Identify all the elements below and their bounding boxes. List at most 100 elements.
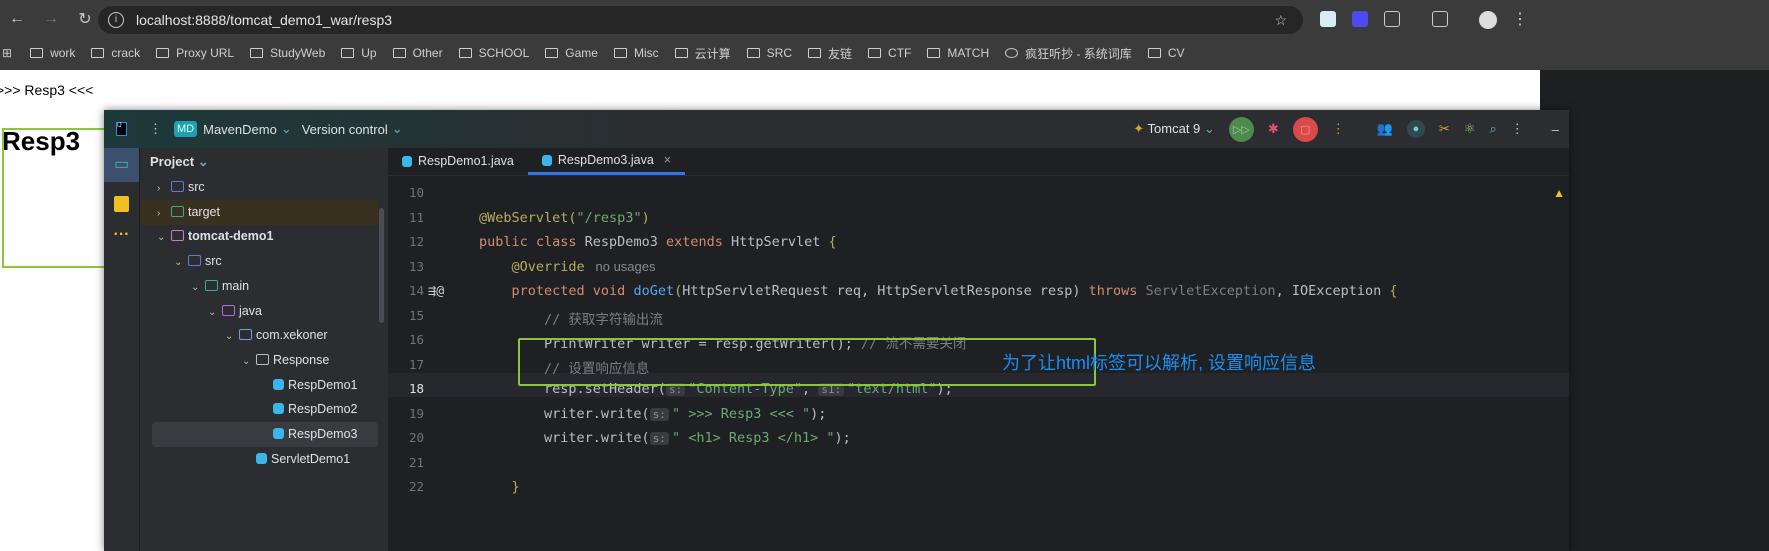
tool-window-strip: ▭ ···	[104, 148, 140, 551]
chevron-icon[interactable]: ⌄	[208, 300, 222, 325]
tree-item[interactable]: ⌄ main	[140, 274, 378, 299]
bookmark-item[interactable]: CV	[1147, 46, 1184, 60]
close-tab-icon[interactable]: ×	[664, 147, 671, 174]
bookmark-item[interactable]: Up	[341, 46, 377, 60]
code-token: no usages	[584, 258, 656, 274]
bookmark-label: crack	[111, 46, 141, 60]
chevron-icon[interactable]: ›	[157, 176, 171, 201]
bookmark-item[interactable]: 友链	[808, 45, 852, 62]
options-icon[interactable]: ⋮	[1511, 121, 1524, 137]
tree-item[interactable]: ⌄ tomcat-demo1	[140, 224, 378, 249]
line-number: 15	[408, 307, 424, 323]
folder-icon	[188, 255, 201, 267]
bookmark-item[interactable]: CTF	[868, 46, 911, 60]
extensions-puzzle-icon[interactable]	[1384, 11, 1400, 27]
tree-item[interactable]: RespDemo3	[152, 422, 378, 447]
chevron-icon[interactable]: ⌄	[242, 349, 256, 374]
code-token: writer.write(	[479, 430, 650, 446]
warning-icon[interactable]: ▲	[1553, 186, 1565, 200]
ai-assistant-icon[interactable]: ●	[1406, 120, 1425, 138]
tab-respdemo1[interactable]: RespDemo1.java	[388, 148, 528, 175]
line-number: 14	[408, 283, 424, 298]
tree-item[interactable]: ServletDemo1	[140, 447, 378, 472]
java-class-icon	[402, 156, 412, 167]
code-token: public class	[479, 234, 585, 250]
bookmark-item[interactable]: 疯狂听抄 - 系统词库	[1005, 45, 1132, 62]
bookmark-item[interactable]: crack	[91, 46, 140, 60]
project-selector[interactable]: MavenDemo	[203, 122, 277, 137]
background-window	[1540, 70, 1769, 551]
java-class-icon	[256, 452, 267, 464]
bookmark-star-icon[interactable]: ☆	[1274, 12, 1287, 29]
line-number: 20	[408, 430, 424, 445]
chevron-icon[interactable]: ⌄	[191, 275, 205, 300]
page-text: >>> Resp3 <<<	[0, 82, 94, 98]
globe-icon	[1005, 48, 1019, 58]
chevron-icon[interactable]: ⌄	[174, 250, 188, 275]
tree-item-label: RespDemo2	[288, 402, 358, 417]
avatar[interactable]	[1479, 11, 1497, 29]
folder-icon	[171, 181, 184, 192]
atom-icon[interactable]: ⚛	[1464, 121, 1476, 137]
tree-item[interactable]: › src	[140, 175, 378, 200]
stop-button[interactable]: ▢	[1292, 116, 1318, 142]
folder-icon	[222, 304, 235, 316]
more-tools-icon[interactable]: ···	[104, 226, 139, 244]
site-info-icon[interactable]: i	[108, 12, 124, 28]
extension-icon[interactable]	[1352, 11, 1368, 27]
tree-item[interactable]: › target	[140, 199, 378, 226]
bookmark-item[interactable]: Game	[545, 46, 598, 60]
project-tool-icon[interactable]: ▭	[104, 148, 139, 182]
tree-item[interactable]: RespDemo1	[140, 373, 378, 398]
tools-icon[interactable]: ✂	[1439, 121, 1450, 137]
bookmark-item[interactable]: SCHOOL	[458, 46, 529, 60]
tree-scrollbar[interactable]	[379, 208, 384, 323]
minimize-button[interactable]: –	[1552, 122, 1559, 137]
line-number: 10	[408, 185, 424, 200]
tree-item[interactable]: ⌄ com.xekoner	[140, 323, 378, 348]
rerun-button[interactable]: ▷▷	[1228, 116, 1254, 142]
back-button[interactable]: ←	[0, 10, 34, 28]
tree-item-label: ServletDemo1	[271, 451, 351, 466]
bookmark-item[interactable]: SRC	[746, 46, 792, 60]
debug-bug-icon[interactable]: ✱	[1268, 121, 1279, 137]
more-icon[interactable]: ⋮	[1332, 121, 1345, 137]
tree-item[interactable]: RespDemo2	[140, 397, 378, 422]
bookmark-item[interactable]: MATCH	[927, 46, 989, 60]
collab-icon[interactable]: 👥	[1377, 121, 1393, 137]
bookmark-item[interactable]: StudyWeb	[250, 46, 325, 60]
bookmark-item[interactable]: 云计算	[674, 45, 731, 62]
code-token: " <h1> Resp3 </h1> "	[671, 430, 835, 446]
project-panel-header[interactable]: Project ⌄	[140, 148, 388, 175]
main-menu-icon[interactable]: ⋮	[149, 121, 162, 137]
forward-button[interactable]: →	[34, 10, 68, 28]
bookmark-item[interactable]: Other	[392, 46, 443, 60]
search-icon[interactable]: ⌕	[1489, 121, 1496, 137]
bookmark-item[interactable]: work	[30, 46, 75, 60]
tree-item-label: RespDemo1	[288, 377, 358, 392]
reload-button[interactable]: ↻	[68, 9, 102, 29]
override-gutter-icon[interactable]: ⇶@	[428, 283, 444, 299]
tree-item[interactable]: ⌄ java	[140, 299, 378, 324]
chevron-icon[interactable]: ⌄	[157, 225, 171, 250]
services-icon[interactable]	[114, 196, 129, 212]
extension-icon[interactable]	[1320, 11, 1336, 27]
apps-icon[interactable]: ⊞	[2, 46, 12, 60]
tree-item[interactable]: ⌄ src	[140, 249, 378, 274]
bookmark-item[interactable]: Misc	[613, 46, 659, 60]
bookmark-item[interactable]: Proxy URL	[156, 46, 234, 60]
address-bar[interactable]: i localhost:8888/tomcat_demo1_war/resp3 …	[98, 6, 1303, 34]
chevron-icon[interactable]: ›	[157, 201, 171, 226]
code-token: " >>> Resp3 <<< "	[671, 405, 811, 422]
run-config-selector[interactable]: ✦ Tomcat 9 ⌄	[1133, 121, 1215, 137]
menu-icon[interactable]: ⋮	[1512, 9, 1528, 29]
folder-icon	[1147, 48, 1161, 58]
tree-item[interactable]: ⌄ Response	[140, 348, 378, 373]
screenshot-icon[interactable]	[1432, 11, 1448, 27]
code-token: HttpServletRequest req, HttpServletRespo…	[682, 283, 1089, 299]
vcs-selector[interactable]: Version control	[302, 122, 388, 137]
line-number: 13	[408, 258, 424, 274]
chevron-icon[interactable]: ⌄	[225, 324, 239, 349]
tab-respdemo3[interactable]: RespDemo3.java ×	[527, 147, 686, 175]
